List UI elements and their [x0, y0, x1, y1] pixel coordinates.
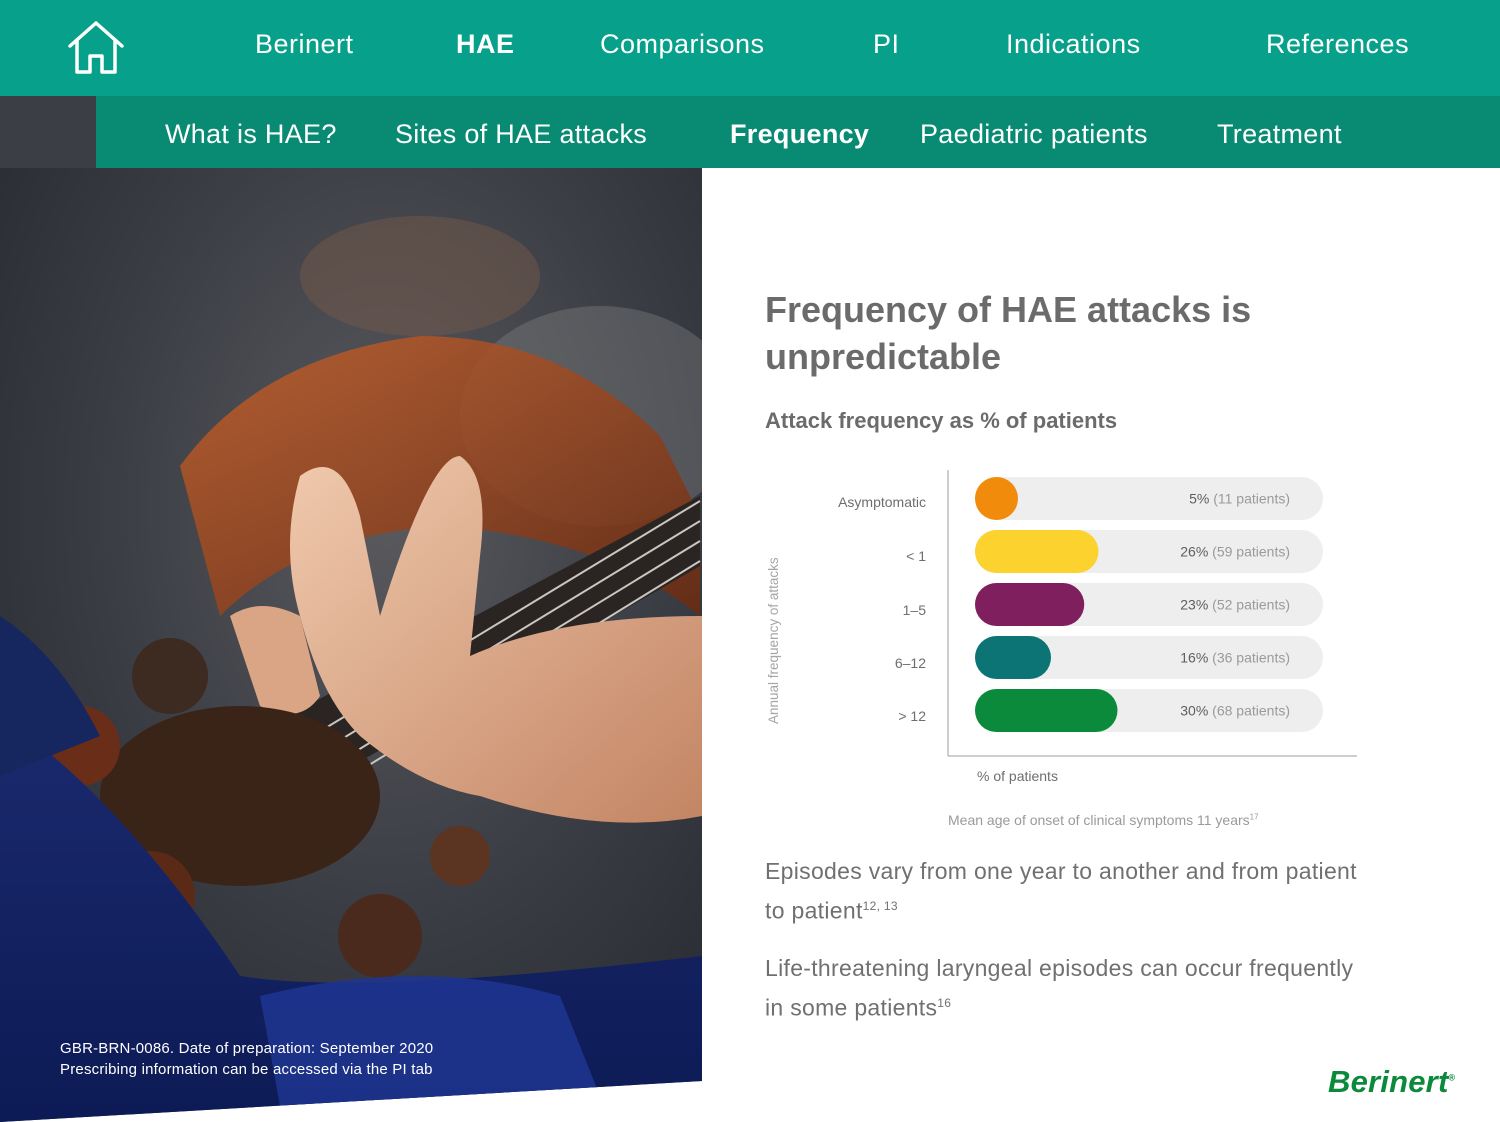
data-label-patients: (11 patients)	[1213, 491, 1290, 507]
hero-photo	[0, 96, 702, 1122]
data-label-patients: (36 patients)	[1212, 650, 1290, 666]
data-label-patients: (59 patients)	[1212, 544, 1290, 560]
onset-note-ref: 17	[1249, 812, 1259, 822]
bar	[975, 583, 1085, 626]
bar	[975, 636, 1051, 679]
data-label: 30% (68 patients)	[1180, 703, 1290, 719]
data-label: 23% (52 patients)	[1180, 597, 1290, 613]
laryngeal-paragraph: Life-threatening laryngeal episodes can …	[765, 951, 1365, 1026]
page-title: Frequency of HAE attacks is unpredictabl…	[765, 289, 1252, 377]
frequency-bar-chart: 5% (11 patients) 26% (59 patients) 23% (52…	[947, 470, 1357, 757]
onset-note-text: Mean age of onset of clinical symptoms 1…	[948, 812, 1250, 828]
nav-item-references[interactable]: References	[1266, 0, 1409, 96]
chart-subheading: Attack frequency as % of patients	[765, 408, 1118, 433]
laryngeal-ref: 16	[937, 996, 952, 1010]
data-label: 5% (11 patients)	[1189, 491, 1290, 507]
logo-registered-mark: ®	[1448, 1072, 1456, 1083]
episodes-text: Episodes vary from one year to another a…	[765, 858, 1357, 924]
home-icon[interactable]	[64, 18, 128, 78]
data-label-patients: (52 patients)	[1212, 597, 1290, 613]
data-label: 26% (59 patients)	[1180, 544, 1290, 560]
onset-note: Mean age of onset of clinical symptoms 1…	[948, 812, 1259, 828]
nav-item-indications[interactable]: Indications	[1006, 0, 1141, 96]
data-label-percent: 30%	[1180, 703, 1212, 719]
chart-x-axis-title: % of patients	[977, 768, 1058, 784]
data-label: 16% (36 patients)	[1180, 650, 1290, 666]
top-nav: Berinert HAE Comparisons PI Indications …	[0, 0, 1500, 96]
sub-nav: What is HAE? Sites of HAE attacks Freque…	[96, 96, 1500, 168]
legal-line-2: Prescribing information can be accessed …	[60, 1061, 433, 1078]
tab-paediatric-patients[interactable]: Paediatric patients	[920, 96, 1148, 168]
legal-footnote: GBR-BRN-0086. Date of preparation: Septe…	[60, 1038, 433, 1080]
tab-treatment[interactable]: Treatment	[1217, 96, 1342, 168]
bar	[975, 477, 1018, 520]
nav-item-pi[interactable]: PI	[873, 0, 900, 96]
nav-item-hae[interactable]: HAE	[456, 0, 515, 96]
episodes-ref: 12, 13	[862, 899, 898, 913]
bar	[975, 689, 1118, 732]
data-label-percent: 23%	[1180, 597, 1212, 613]
logo-text: Berinert	[1328, 1064, 1449, 1099]
episodes-paragraph: Episodes vary from one year to another a…	[765, 854, 1365, 929]
berinert-logo: Berinert®	[1328, 1064, 1455, 1100]
bar	[975, 530, 1099, 573]
tab-what-is-hae[interactable]: What is HAE?	[165, 96, 337, 168]
data-label-percent: 16%	[1180, 650, 1212, 666]
legal-line-1: GBR-BRN-0086. Date of preparation: Septe…	[60, 1040, 434, 1057]
photo-top-strip	[0, 96, 96, 168]
laryngeal-text: Life-threatening laryngeal episodes can …	[765, 955, 1354, 1021]
nav-item-comparisons[interactable]: Comparisons	[600, 0, 765, 96]
data-label-patients: (68 patients)	[1212, 703, 1290, 719]
data-label-percent: 26%	[1180, 544, 1212, 560]
tab-sites-of-hae-attacks[interactable]: Sites of HAE attacks	[395, 96, 647, 168]
data-label-percent: 5%	[1189, 491, 1213, 507]
nav-item-berinert[interactable]: Berinert	[255, 0, 354, 96]
tab-frequency[interactable]: Frequency	[730, 96, 869, 168]
